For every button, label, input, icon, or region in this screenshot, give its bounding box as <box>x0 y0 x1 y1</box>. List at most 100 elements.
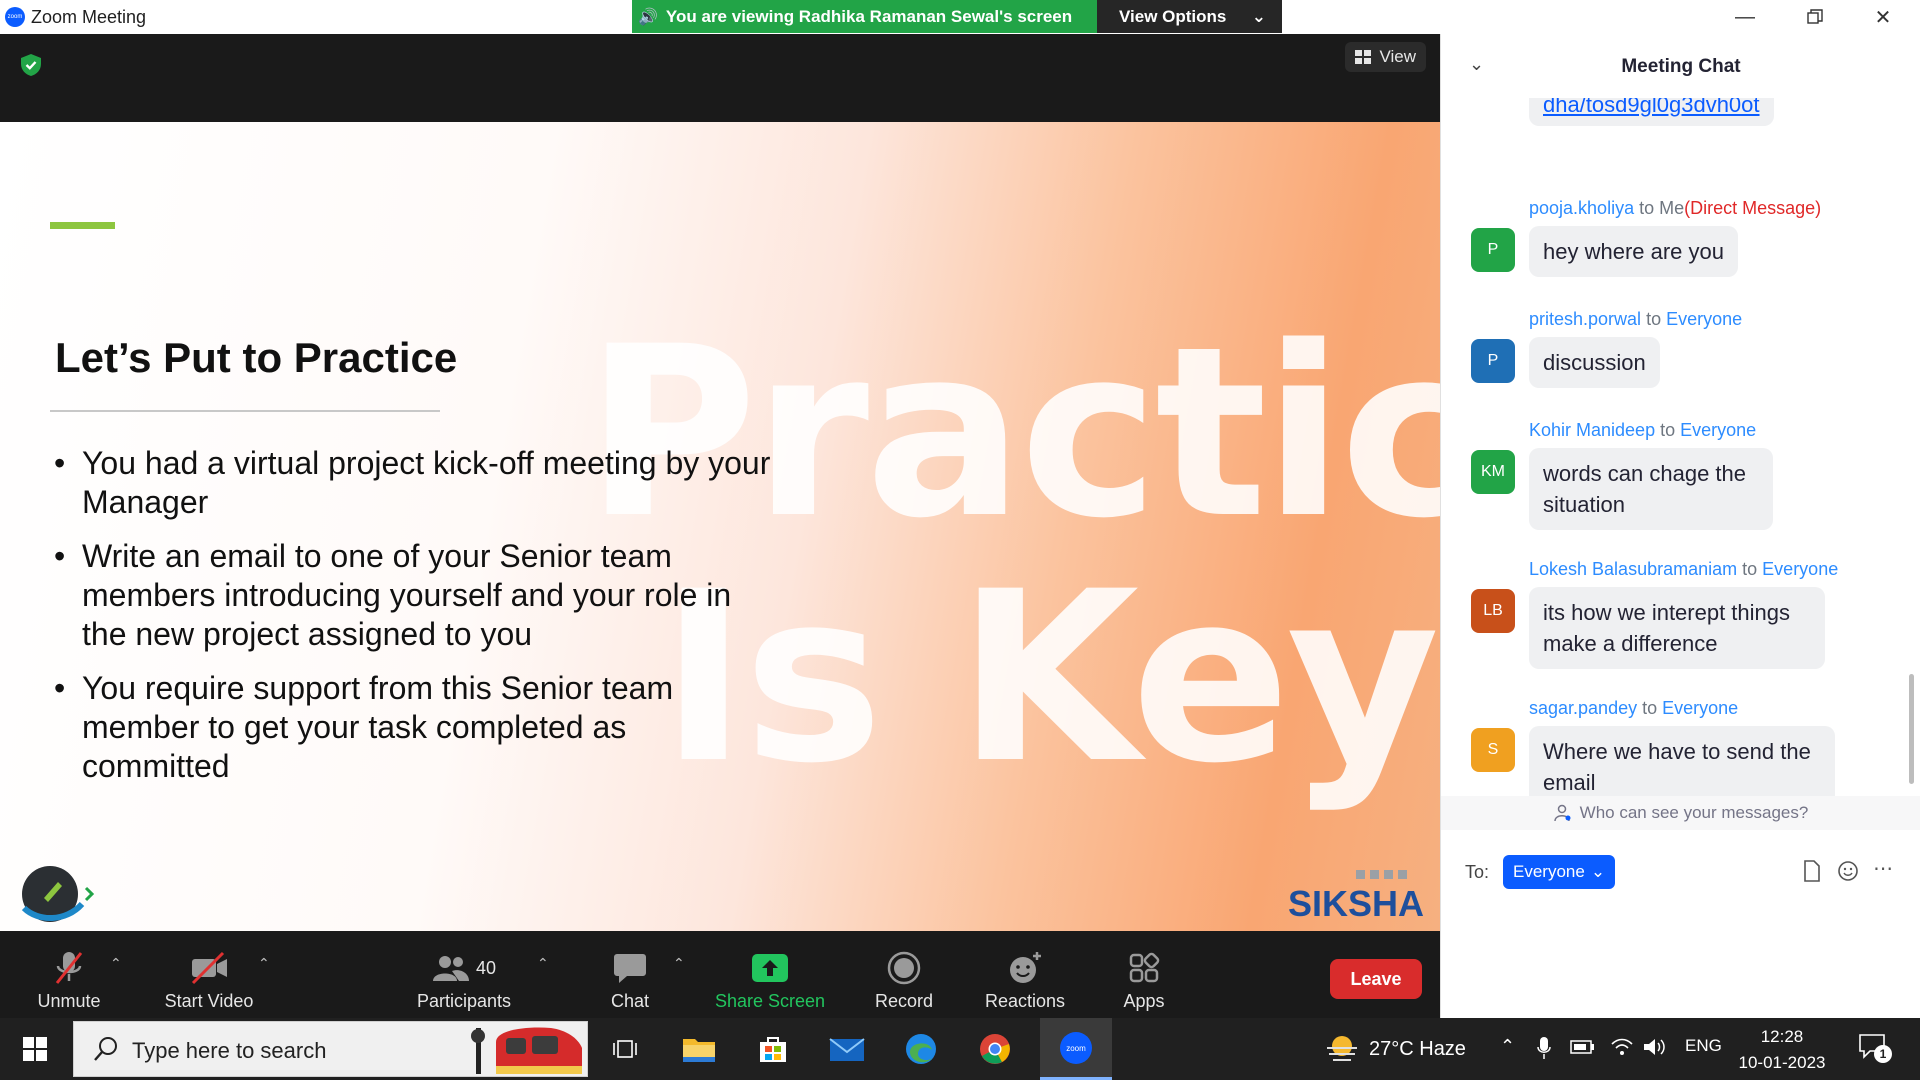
audio-options-caret[interactable]: ⌃ <box>110 955 122 972</box>
chat-message-meta: pritesh.porwal to Everyone <box>1529 309 1743 329</box>
share-screen-icon <box>752 954 788 982</box>
chrome-browser-button[interactable] <box>958 1018 1032 1080</box>
avatar: S <box>1471 728 1515 772</box>
taskbar-clock[interactable]: 12:28 10-01-2023 <box>1736 1024 1828 1076</box>
show-hidden-icons-chevron-icon[interactable]: ⌃ <box>1500 1036 1515 1057</box>
apps-button[interactable]: Apps <box>1110 931 1178 1018</box>
direct-message-tag: (Direct Message) <box>1684 198 1822 218</box>
chat-sender[interactable]: pooja.kholiya <box>1529 198 1634 218</box>
chat-options-caret[interactable]: ⌃ <box>673 955 685 972</box>
share-screen-label: Share Screen <box>714 991 826 1011</box>
apps-icon <box>1129 952 1160 983</box>
unmute-button[interactable]: Unmute <box>28 931 110 1018</box>
slide-bullet: You had a virtual project kick-off meeti… <box>52 444 772 522</box>
chat-button[interactable]: Chat <box>600 931 660 1018</box>
slide-divider <box>50 410 440 412</box>
message-visibility-info[interactable]: Who can see your messages? <box>1441 796 1920 830</box>
shared-screen-slide: Practice Is Key Let’s Put to Practice Yo… <box>0 122 1440 931</box>
meeting-chat-panel: ⌄ Meeting Chat dha/tosd9gl0g3dvh0ot pooj… <box>1440 34 1920 1018</box>
encryption-shield-icon[interactable] <box>18 52 44 78</box>
share-screen-button[interactable]: Share Screen <box>712 931 828 1018</box>
microsoft-store-button[interactable] <box>736 1018 810 1080</box>
haze-weather-icon <box>1327 1036 1357 1061</box>
chat-message-list[interactable]: dha/tosd9gl0g3dvh0ot pooja.kholiya to Me… <box>1441 98 1907 828</box>
battery-icon[interactable] <box>1570 1036 1596 1058</box>
participants-button[interactable]: 40 Participants <box>408 931 520 1018</box>
file-icon[interactable] <box>1803 860 1821 888</box>
siksha-logo: SIKSHA <box>1288 870 1424 922</box>
start-video-label: Start Video <box>164 991 254 1011</box>
screen-share-banner: 🔊 You are viewing Radhika Ramanan Sewal'… <box>632 0 1282 33</box>
recipient-value: Everyone <box>1513 862 1585 881</box>
chat-sender[interactable]: sagar.pandey <box>1529 698 1637 718</box>
mail-button[interactable] <box>810 1018 884 1080</box>
microphone-in-use-icon[interactable] <box>1537 1036 1551 1060</box>
chat-recipient: Me <box>1659 198 1685 218</box>
viewing-screen-notice: 🔊 You are viewing Radhika Ramanan Sewal'… <box>632 0 1097 33</box>
input-language-indicator[interactable]: ENG <box>1685 1036 1722 1056</box>
train-illustration-icon <box>471 1027 582 1074</box>
start-video-button[interactable]: Start Video <box>155 931 263 1018</box>
edge-browser-button[interactable] <box>884 1018 958 1080</box>
video-options-caret[interactable]: ⌃ <box>258 955 270 972</box>
chat-recipient: Everyone <box>1762 559 1839 579</box>
reactions-icon <box>1010 952 1041 983</box>
recipient-dropdown[interactable]: Everyone ⌄ <box>1503 855 1616 889</box>
leave-button[interactable]: Leave <box>1330 959 1422 999</box>
participants-label: Participants <box>416 991 512 1011</box>
title-bar: zoom Zoom Meeting 🔊 You are viewing Radh… <box>0 0 1920 34</box>
close-window-button[interactable]: ✕ <box>1848 0 1918 34</box>
chat-icon <box>614 954 646 983</box>
wifi-icon[interactable] <box>1610 1036 1634 1058</box>
chevron-down-icon: ⌄ <box>1590 862 1606 881</box>
chat-panel-title: Meeting Chat <box>1621 56 1741 77</box>
slide-bullet-list: You had a virtual project kick-off meeti… <box>52 444 772 801</box>
notifications-button[interactable]: 1 <box>1858 1032 1898 1066</box>
folder-icon <box>683 1039 715 1062</box>
chrome-icon <box>980 1034 1010 1064</box>
speaker-icon: 🔊 <box>638 8 658 26</box>
participants-icon <box>432 956 469 981</box>
chat-link-bubble[interactable]: dha/tosd9gl0g3dvh0ot <box>1529 98 1774 126</box>
view-options-button[interactable]: View Options ⌄ <box>1097 0 1282 33</box>
record-button[interactable]: Record <box>868 931 940 1018</box>
meeting-controls-toolbar: Unmute ⌃ Start Video ⌃ 40 Participants ⌃… <box>0 931 1440 1018</box>
taskbar-search-box[interactable]: Type here to search <box>73 1021 588 1077</box>
weather-widget[interactable]: 27°C Haze <box>1325 1018 1466 1080</box>
chat-bubble: hey where are you <box>1529 226 1738 277</box>
window-title: Zoom Meeting <box>31 7 147 27</box>
task-view-icon <box>613 1040 637 1058</box>
chat-sender[interactable]: pritesh.porwal <box>1529 309 1641 329</box>
file-explorer-button[interactable] <box>662 1018 736 1080</box>
video-header-strip: View <box>0 34 1440 122</box>
participants-options-caret[interactable]: ⌃ <box>537 955 549 972</box>
zoom-app-taskbar-button[interactable]: zoom <box>1040 1018 1112 1080</box>
record-icon <box>887 951 921 985</box>
reactions-button[interactable]: Reactions <box>975 931 1075 1018</box>
emoji-icon[interactable] <box>1837 860 1859 888</box>
grid-view-icon <box>1355 50 1372 64</box>
search-icon <box>94 1037 117 1061</box>
task-view-button[interactable] <box>588 1018 662 1080</box>
unmute-label: Unmute <box>37 991 101 1011</box>
chat-sender[interactable]: Lokesh Balasubramaniam <box>1529 559 1737 579</box>
record-label: Record <box>874 991 934 1011</box>
chat-message: Kohir Manideep to Everyone KM words can … <box>1471 420 1901 540</box>
chat-message: pooja.kholiya to Me(Direct Message) P he… <box>1471 198 1901 288</box>
volume-icon[interactable] <box>1642 1036 1666 1058</box>
minimize-button[interactable]: — <box>1710 0 1780 34</box>
more-options-icon[interactable]: ⋯ <box>1873 856 1893 881</box>
restore-icon <box>1807 9 1823 24</box>
restore-button[interactable] <box>1780 0 1850 34</box>
chat-message-meta: sagar.pandey to Everyone <box>1529 698 1739 718</box>
chat-sender[interactable]: Kohir Manideep <box>1529 420 1655 440</box>
chat-bubble: its how we interept things make a differ… <box>1529 587 1825 669</box>
presenter-logo-icon <box>21 866 95 922</box>
mail-icon <box>829 1038 865 1061</box>
view-layout-button[interactable]: View <box>1345 42 1426 72</box>
chat-recipient-row: To: Everyone ⌄ ⋯ <box>1441 852 1920 892</box>
zoom-app-icon: zoom <box>5 7 25 27</box>
chat-scrollbar[interactable] <box>1909 674 1914 784</box>
svg-text:zoom: zoom <box>1066 1044 1086 1053</box>
start-button[interactable] <box>0 1018 70 1080</box>
